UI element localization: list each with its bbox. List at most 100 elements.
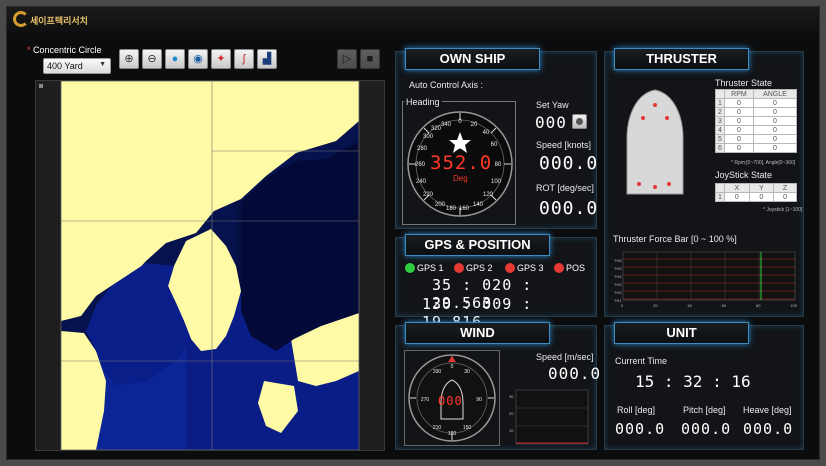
svg-text:100: 100: [491, 179, 502, 185]
wind-dial-value: 000: [438, 394, 463, 408]
zoom-in-icon: ⊕: [124, 53, 134, 65]
svg-text:260: 260: [415, 162, 426, 168]
route-button[interactable]: ʃ: [234, 49, 254, 69]
thruster-state-table: RPM ANGLE 100 200 300 400 500 600: [715, 89, 798, 153]
table-row: 400: [715, 125, 798, 135]
chart-map[interactable]: [35, 80, 385, 451]
unit-title: UNIT: [614, 322, 749, 344]
svg-text:330: 330: [433, 369, 442, 375]
svg-text:40: 40: [483, 130, 490, 136]
globe-button[interactable]: ●: [165, 49, 185, 69]
gps-indicators: GPS 1 GPS 2 GPS 3 POS: [405, 263, 595, 275]
pin-icon: ✦: [216, 53, 226, 65]
joystick-state-table: XYZ 1000: [715, 183, 797, 202]
title-bar: 세이프텍리서치: [7, 7, 819, 33]
gps-title: GPS & POSITION: [405, 234, 550, 256]
set-yaw-button[interactable]: [572, 114, 587, 129]
svg-text:220: 220: [423, 192, 434, 198]
gps2-status-icon: [454, 263, 464, 273]
gps2-label: GPS 2: [466, 263, 493, 273]
gps1-status-icon: [405, 263, 415, 273]
svg-text:270: 270: [421, 397, 430, 403]
force-bar-label: Thruster Force Bar [0 ~ 100 %]: [613, 234, 737, 244]
svg-text:180: 180: [446, 206, 457, 212]
roll-value: 000.0: [615, 420, 666, 438]
pitch-label: Pitch [deg]: [683, 405, 726, 415]
concentric-circle-label: * Concentric Circle: [27, 45, 102, 55]
speed-label: Speed [knots]: [536, 140, 592, 150]
table-row: 500: [715, 134, 798, 144]
svg-text:200: 200: [435, 202, 446, 208]
svg-text:210: 210: [433, 425, 442, 431]
target-button[interactable]: ◉: [188, 49, 208, 69]
time-minutes: 32: [683, 372, 703, 391]
thruster-panel: THRUSTER Thruster State RPM ANGLE 100 200…: [604, 48, 804, 317]
table-row: 300: [715, 116, 798, 126]
svg-text:80: 80: [495, 162, 502, 168]
time-hours: 15: [635, 372, 655, 391]
ship-button[interactable]: ▟: [257, 49, 277, 69]
force-tick-labels: 0 20 40 60 80 100: [621, 303, 797, 308]
heading-label: Heading: [404, 97, 442, 107]
col-rpm: RPM: [724, 89, 754, 99]
pos-status-icon: [554, 263, 564, 273]
force-row-labels: TH6 TH5 TH4 TH3 TH2 TH1: [614, 258, 622, 303]
current-time-label: Current Time: [615, 356, 668, 366]
thruster-state-note: * Rpm:[0~700], Angle[0~360]: [731, 160, 796, 166]
wind-graph: [515, 389, 589, 445]
joystick-note: * Joystick [1~100]: [763, 207, 803, 213]
company-logo: 세이프텍리서치: [11, 10, 91, 30]
logo-mark-icon: [13, 11, 29, 27]
time-seconds: 16: [731, 372, 751, 391]
heave-value: 000.0: [743, 420, 794, 438]
app-window: 세이프텍리서치 * Concentric Circle 400 Yard ▼ ⊕ …: [6, 6, 820, 460]
set-yaw-value[interactable]: 000: [535, 113, 567, 132]
rot-value: 000.0: [539, 198, 599, 219]
pos-label: POS: [566, 263, 586, 273]
thruster-title: THRUSTER: [614, 48, 749, 70]
table-row: 600: [715, 143, 798, 153]
gps3-label: GPS 3: [517, 263, 544, 273]
pin-button[interactable]: ✦: [211, 49, 231, 69]
table-row: 1000: [715, 192, 797, 202]
own-ship-panel: OWN SHIP Auto Control Axis : Heading 340…: [395, 48, 599, 229]
svg-text:90: 90: [476, 397, 482, 403]
svg-text:150: 150: [463, 425, 472, 431]
target-icon: ◉: [193, 53, 203, 65]
stop-button[interactable]: ■: [360, 49, 380, 69]
svg-text:140: 140: [473, 202, 484, 208]
heading-value: 352.0: [430, 152, 493, 174]
svg-text:60: 60: [491, 142, 498, 148]
own-ship-title: OWN SHIP: [405, 48, 540, 70]
table-row: 100: [715, 98, 798, 108]
globe-icon: ●: [171, 53, 179, 65]
wind-panel: WIND 0 330 30 270 90 210 180 150 000 Speed [m…: [395, 322, 600, 450]
range-select[interactable]: 400 Yard ▼: [43, 58, 111, 74]
roll-label: Roll [deg]: [617, 405, 656, 415]
table-row: 200: [715, 107, 798, 117]
thruster-state-label: Thruster State: [715, 78, 773, 88]
zoom-out-icon: ⊖: [147, 53, 157, 65]
map-canvas: [36, 81, 384, 450]
svg-text:300: 300: [423, 134, 434, 140]
unit-panel: UNIT Current Time 15 : 32 : 16 Roll [deg…: [604, 322, 804, 450]
svg-text:20: 20: [471, 122, 478, 128]
route-icon: ʃ: [242, 53, 246, 65]
wind-title: WIND: [405, 322, 550, 344]
logo-text: 세이프텍리서치: [30, 16, 88, 26]
zoom-in-button[interactable]: ⊕: [119, 49, 139, 69]
zoom-out-button[interactable]: ⊖: [142, 49, 162, 69]
set-icon: [576, 118, 583, 125]
svg-text:280: 280: [417, 146, 428, 152]
gps1-label: GPS 1: [417, 263, 444, 273]
svg-text:240: 240: [416, 179, 427, 185]
stop-icon: ■: [366, 53, 374, 65]
wind-graph-ticks: 30 20 10: [509, 394, 514, 433]
set-yaw-label: Set Yaw: [536, 100, 569, 110]
heave-label: Heave [deg]: [743, 405, 792, 415]
svg-text:160: 160: [459, 206, 470, 212]
rot-label: ROT [deg/sec]: [536, 183, 594, 193]
play-button[interactable]: ▷: [337, 49, 357, 69]
joystick-state-label: JoyStick State: [715, 170, 773, 180]
heading-unit: Deg: [453, 174, 468, 183]
